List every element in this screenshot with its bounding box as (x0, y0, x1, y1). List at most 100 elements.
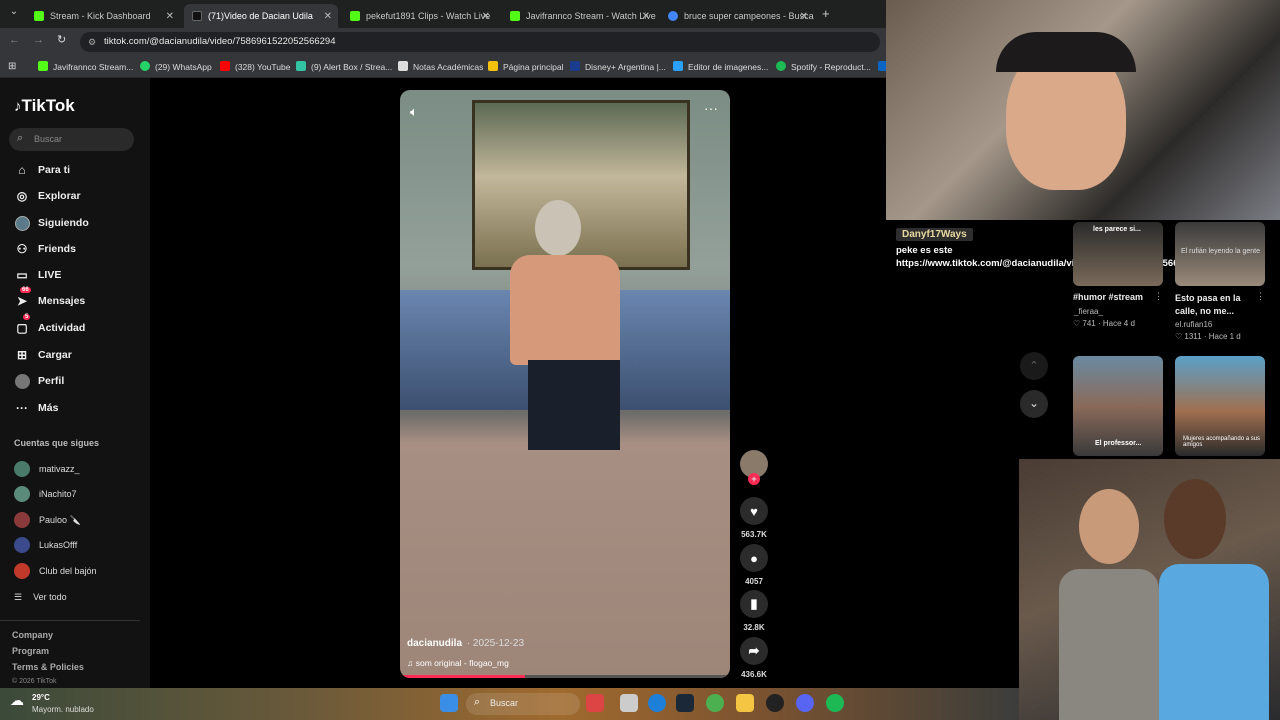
youtube-icon (220, 61, 230, 71)
video-sound[interactable]: ♫ som original - flogao_mg (407, 658, 509, 668)
recommended-video-thumbnail[interactable]: El professor... (1073, 356, 1163, 456)
file-explorer-icon[interactable] (736, 694, 754, 712)
like-button[interactable]: ♥ 563.7K (740, 497, 768, 539)
nav-friends[interactable]: ⚇ Friends (14, 239, 76, 259)
bookmark-item[interactable]: (328) YouTube (220, 56, 290, 78)
kick-icon (34, 11, 44, 21)
search-input[interactable]: ⌕ Buscar (9, 128, 134, 151)
nav-cargar[interactable]: ⊞ Cargar (14, 345, 72, 365)
recommended-video-thumbnail[interactable]: Mujeres acompañando a sus amigos (1175, 356, 1265, 456)
bookmark-item[interactable]: (29) WhatsApp (140, 56, 212, 78)
nav-actividad[interactable]: ▢ 5 Actividad (14, 314, 85, 338)
video-player[interactable]: 🔈︎ ··· dacianudila · 2025-12-23 ♫ som or… (400, 90, 730, 678)
back-icon[interactable]: ← (9, 34, 20, 46)
follow-plus-icon[interactable]: + (748, 473, 760, 485)
taskbar-search[interactable]: ⌕ Buscar (466, 693, 580, 715)
heart-icon: ♥ (740, 497, 768, 525)
close-icon[interactable]: ✕ (800, 11, 808, 22)
close-icon[interactable]: ✕ (642, 11, 650, 22)
footer-link-terms[interactable]: Terms & Policies (12, 662, 84, 672)
image-editor-icon (673, 61, 683, 71)
following-account[interactable]: LukasOfff (14, 536, 77, 554)
chrome-icon[interactable] (706, 694, 724, 712)
document-icon (398, 61, 408, 71)
tab-google-search[interactable]: bruce super campeones - Busca ✕ (660, 4, 814, 28)
recommended-video-caption[interactable]: #humor #stream (1073, 292, 1143, 302)
apps-grid-icon[interactable]: ⊞ (8, 56, 16, 78)
nav-mensajes[interactable]: ➤ 66 Mensajes (14, 287, 85, 311)
comment-icon: ● (740, 544, 768, 572)
scroll-up-button[interactable]: ⌃ (1020, 352, 1048, 380)
forward-icon[interactable]: → (33, 34, 44, 46)
nav-mas[interactable]: ··· Más (14, 398, 58, 418)
person-face-image (1079, 489, 1139, 564)
nav-live[interactable]: ▭ LIVE (14, 265, 61, 285)
more-options-icon[interactable]: ⋮ (1154, 291, 1163, 302)
weather-icon[interactable]: ☁ (10, 692, 24, 709)
creator-avatar[interactable]: + (740, 450, 768, 485)
kick-icon (38, 61, 48, 71)
following-account[interactable]: mativazz_ (14, 460, 80, 478)
tab-search-chevron-icon[interactable]: ⌄ (6, 6, 22, 22)
bookmark-item[interactable]: Spotify - Reproduct... (776, 56, 871, 78)
recommended-video-thumbnail[interactable]: El rufián leyendo la gente (1175, 222, 1265, 286)
obs-icon[interactable] (766, 694, 784, 712)
site-info-icon[interactable]: ⚙ (88, 32, 96, 52)
tab-tiktok-video[interactable]: (71)Video de Dacian Udila ✕ (184, 4, 338, 28)
footer-link-company[interactable]: Company (12, 630, 53, 640)
activity-icon: ▢ 5 (16, 314, 31, 335)
task-view-icon[interactable] (620, 694, 638, 712)
share-button[interactable]: ➦ 436.6K (740, 637, 768, 679)
close-icon[interactable]: ✕ (482, 11, 490, 22)
bookmark-item[interactable]: Notas Académicas (398, 56, 483, 78)
close-icon[interactable]: ✕ (166, 11, 174, 22)
comment-button[interactable]: ● 4057 (740, 544, 768, 586)
avatar (14, 486, 30, 502)
bookmark-item[interactable]: Javifrannco Stream... (38, 56, 133, 78)
share-icon: ➦ (740, 637, 768, 665)
bookmark-item[interactable]: Página principal (488, 56, 563, 78)
nav-para-ti[interactable]: ⌂ Para ti (14, 160, 70, 180)
footer-link-program[interactable]: Program (12, 646, 49, 656)
nav-perfil[interactable]: Perfil (14, 371, 64, 391)
steam-icon[interactable] (676, 694, 694, 712)
painting-image (472, 100, 690, 270)
reload-icon[interactable]: ↻ (57, 33, 66, 46)
tab-pekefut-clips[interactable]: pekefut1891 Clips - Watch Live ✕ (342, 4, 496, 28)
tab-kick-dashboard[interactable]: Stream - Kick Dashboard ✕ (26, 4, 180, 28)
more-options-icon[interactable]: ··· (704, 100, 718, 116)
recommended-video-author[interactable]: el.rufian16 (1175, 320, 1212, 329)
following-account[interactable]: Pauloo 🔪 (14, 511, 81, 529)
following-account[interactable]: Club del bajón (14, 562, 97, 580)
save-button[interactable]: ▮ 32.8K (740, 590, 768, 632)
disney-icon (570, 61, 580, 71)
video-author[interactable]: dacianudila · 2025-12-23 (407, 638, 524, 649)
bookmark-item[interactable]: Editor de imagenes... (673, 56, 768, 78)
spotify-icon[interactable] (826, 694, 844, 712)
bookmark-item[interactable]: (9) Alert Box / Strea... (296, 56, 392, 78)
see-all-button[interactable]: ☰ Ver todo (14, 588, 67, 606)
recommended-video-caption[interactable]: Esto pasa en la calle, no me... (1175, 292, 1255, 318)
url-field[interactable]: ⚙ tiktok.com/@dacianudila/video/75869615… (80, 32, 880, 52)
friends-icon: ⚇ (16, 242, 28, 256)
tiktok-logo[interactable]: ♪TikTok (14, 96, 75, 116)
nav-siguiendo[interactable]: Siguiendo (14, 213, 89, 233)
close-icon[interactable]: ✕ (324, 11, 332, 22)
new-tab-button[interactable]: + (822, 6, 830, 21)
windows-start-icon[interactable] (440, 694, 458, 712)
tab-javifrannco-stream[interactable]: Javifrannco Stream - Watch Live ✕ (502, 4, 656, 28)
bookmark-item[interactable]: Disney+ Argentina |... (570, 56, 666, 78)
nav-explorar[interactable]: ◎ Explorar (14, 186, 81, 206)
avatar (14, 461, 30, 477)
scroll-down-button[interactable]: ⌄ (1020, 390, 1048, 418)
taskbar-app-icon[interactable] (586, 694, 604, 712)
discord-icon[interactable] (796, 694, 814, 712)
more-options-icon[interactable]: ⋮ (1256, 291, 1265, 302)
tiktok-icon (192, 11, 202, 21)
edge-icon[interactable] (648, 694, 666, 712)
progress-bar[interactable] (400, 675, 730, 678)
recommended-video-thumbnail[interactable]: les parece si... (1073, 222, 1163, 286)
volume-icon[interactable]: 🔈︎ (410, 104, 418, 120)
recommended-video-author[interactable]: _fieraa_ (1074, 307, 1103, 316)
following-account[interactable]: iNachito7 (14, 485, 77, 503)
